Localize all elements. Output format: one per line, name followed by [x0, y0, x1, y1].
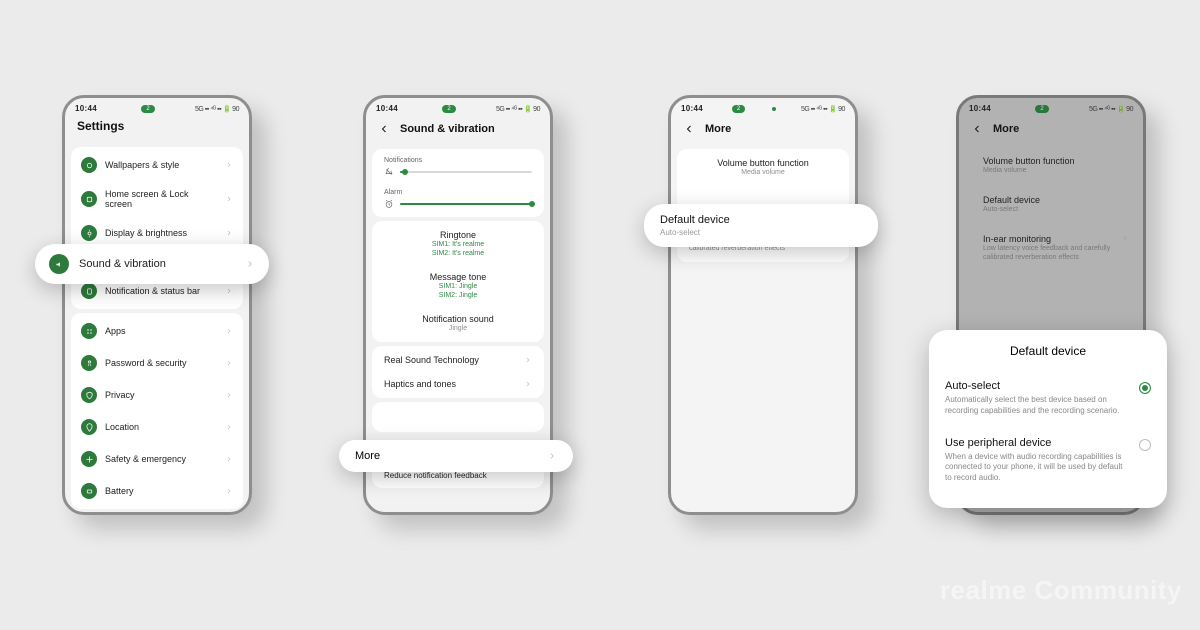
slider-alarm[interactable]: Alarm: [372, 183, 544, 215]
radio-selected-icon[interactable]: [1139, 382, 1151, 394]
row-wallpapers[interactable]: Wallpapers & style: [71, 149, 243, 181]
dot-icon: [772, 107, 776, 111]
page-header: More: [959, 117, 1143, 145]
chevron-right-icon: [225, 423, 233, 431]
radio-unselected-icon[interactable]: [1139, 439, 1151, 451]
row-privacy[interactable]: Privacy: [71, 379, 243, 411]
status-time: 10:44: [376, 104, 398, 113]
row-volume-button[interactable]: Volume button function Media volume: [677, 151, 849, 184]
slider-track[interactable]: [400, 203, 532, 205]
row-haptics[interactable]: Haptics and tones: [372, 372, 544, 396]
row-apps[interactable]: Apps: [71, 315, 243, 347]
callout-default-device[interactable]: Default device Auto-select: [644, 204, 878, 247]
more-group: [372, 402, 544, 432]
phone-3-more: 10:44 2 5G ▪▪ ⁴ᴳ ▪▪ 🔋 90 More Volume but…: [668, 95, 858, 515]
status-signal: 5G ▪▪ ⁴ᴳ ▪▪ 🔋 90: [195, 105, 239, 113]
status-signal: 5G ▪▪ ⁴ᴳ ▪▪ 🔋 90: [1089, 105, 1133, 113]
tones-group: Ringtone SIM1: It's realme SIM2: It's re…: [372, 221, 544, 342]
page-header: More: [671, 117, 855, 145]
chevron-right-icon: [524, 380, 532, 388]
shield-icon: [81, 387, 97, 403]
row-volume-button: Volume button function Media volume: [971, 149, 1131, 182]
chevron-right-icon: [225, 391, 233, 399]
slider-notifications[interactable]: Notifications: [372, 151, 544, 183]
row-message-tone[interactable]: Message tone SIM1: Jingle SIM2: Jingle: [372, 265, 544, 307]
volume-sliders: Notifications Alarm: [372, 149, 544, 217]
chevron-right-icon: [245, 259, 255, 269]
extras-group: Real Sound Technology Haptics and tones: [372, 346, 544, 398]
chevron-right-icon: [225, 487, 233, 495]
row-ringtone[interactable]: Ringtone SIM1: It's realme SIM2: It's re…: [372, 223, 544, 265]
back-icon[interactable]: [378, 123, 390, 135]
row-password[interactable]: Password & security: [71, 347, 243, 379]
status-badge: 2: [732, 105, 745, 113]
row-inear: In-ear monitoring Low latency voice feed…: [971, 227, 1131, 269]
callout-more[interactable]: More: [339, 440, 573, 472]
option-auto-select[interactable]: Auto-select Automatically select the bes…: [945, 372, 1151, 429]
row-safety[interactable]: Safety & emergency: [71, 443, 243, 475]
status-bar: 10:44 2 5G ▪▪ ⁴ᴳ ▪▪ 🔋 90: [671, 98, 855, 117]
chevron-right-icon: [524, 356, 532, 364]
status-badge: 2: [442, 105, 455, 113]
notification-icon: [81, 283, 97, 299]
chevron-right-icon: [225, 229, 233, 237]
status-time: 10:44: [969, 104, 991, 113]
sheet-default-device: Default device Auto-select Automatically…: [929, 330, 1167, 508]
option-peripheral[interactable]: Use peripheral device When a device with…: [945, 429, 1151, 496]
status-time: 10:44: [681, 104, 703, 113]
status-bar: 10:44 2 5G ▪▪ ⁴ᴳ ▪▪ 🔋 90: [65, 98, 249, 117]
chevron-right-icon: [225, 287, 233, 295]
row-location[interactable]: Location: [71, 411, 243, 443]
emergency-icon: [81, 451, 97, 467]
chevron-right-icon: [225, 327, 233, 335]
page-title: Settings: [65, 117, 249, 143]
chevron-right-icon: [225, 455, 233, 463]
status-badge: 2: [141, 105, 154, 113]
dim-content: Volume button function Media volume Defa…: [959, 145, 1143, 273]
settings-group-2: Apps Password & security Privacy Locatio…: [71, 313, 243, 509]
location-icon: [81, 419, 97, 435]
phone-1-settings: 10:44 2 5G ▪▪ ⁴ᴳ ▪▪ 🔋 90 Settings Wallpa…: [62, 95, 252, 515]
chevron-right-icon: [225, 195, 233, 203]
watermark-text: realme Community: [940, 575, 1182, 606]
settings-group-1: Wallpapers & style Home screen & Lock sc…: [71, 147, 243, 309]
row-battery[interactable]: Battery: [71, 475, 243, 507]
sound-icon: [49, 254, 69, 274]
sheet-title: Default device: [945, 344, 1151, 358]
row-homescreen[interactable]: Home screen & Lock screen: [71, 181, 243, 217]
chevron-right-icon: [1121, 234, 1129, 242]
status-signal: 5G ▪▪ ⁴ᴳ ▪▪ 🔋 90: [801, 105, 845, 113]
page-header: Sound & vibration: [366, 117, 550, 145]
row-notification-sound[interactable]: Notification sound Jingle: [372, 307, 544, 340]
chevron-right-icon: [547, 451, 557, 461]
brightness-icon: [81, 225, 97, 241]
home-icon: [81, 191, 97, 207]
status-bar: 10:44 2 5G ▪▪ ⁴ᴳ ▪▪ 🔋 90: [366, 98, 550, 117]
apps-icon: [81, 323, 97, 339]
chevron-right-icon: [225, 161, 233, 169]
lock-icon: [81, 355, 97, 371]
back-icon[interactable]: [971, 123, 983, 135]
callout-sound-vibration[interactable]: Sound & vibration: [35, 244, 269, 284]
row-default-device: Default device Auto-select: [971, 188, 1131, 221]
status-signal: 5G ▪▪ ⁴ᴳ ▪▪ 🔋 90: [496, 105, 540, 113]
status-bar: 10:44 2 5G ▪▪ ⁴ᴳ ▪▪ 🔋 90: [959, 98, 1143, 117]
chevron-right-icon: [225, 359, 233, 367]
battery-icon: [81, 483, 97, 499]
status-time: 10:44: [75, 104, 97, 113]
slider-track[interactable]: [400, 171, 532, 173]
wallpaper-icon: [81, 157, 97, 173]
status-badge: 2: [1035, 105, 1048, 113]
bell-off-icon: [384, 167, 394, 177]
alarm-icon: [384, 199, 394, 209]
back-icon[interactable]: [683, 123, 695, 135]
row-real-sound[interactable]: Real Sound Technology: [372, 348, 544, 372]
